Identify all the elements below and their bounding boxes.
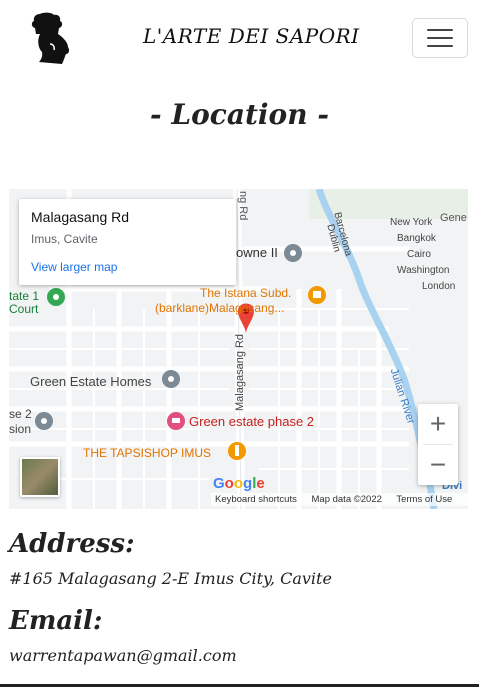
poi-green-pin-icon[interactable] (47, 288, 65, 306)
brand-name[interactable]: L'ARTE DEI SAPORI (143, 24, 360, 48)
poi-gray-pin-icon[interactable] (162, 370, 180, 388)
map-place-name: Malagasang Rd (31, 209, 130, 225)
map-label-road-top: ng Rd (237, 191, 249, 221)
map-label-istana-1: The Istana Subd. (200, 286, 292, 300)
satellite-view-toggle[interactable] (20, 457, 60, 497)
email-address[interactable]: warrentapawan@gmail.com (9, 646, 237, 665)
menu-toggle-button[interactable] (412, 18, 468, 58)
map-attribution: Keyboard shortcuts Map data ©2022 Terms … (211, 493, 468, 506)
poi-orange-icon[interactable] (308, 286, 326, 304)
poi-gray-pin-icon[interactable] (284, 244, 302, 262)
address-text: #165 Malagasang 2-E Imus City, Cavite (9, 569, 332, 588)
map-zoom-control: + − (418, 404, 458, 485)
map-label-green-estate-phase2: Green estate phase 2 (189, 414, 315, 429)
poi-gray-pin-icon[interactable] (35, 412, 53, 430)
address-heading: Address: (9, 529, 135, 559)
map-label-gene: Gene (440, 212, 467, 224)
hamburger-line (427, 37, 453, 39)
hamburger-menu-icon (427, 29, 453, 31)
map-label-london: London (422, 281, 456, 292)
terms-of-use-link[interactable]: Terms of Use (396, 494, 452, 505)
map-info-window: Malagasang Rd Imus, Cavite View larger m… (19, 199, 236, 285)
google-logo: Google (213, 475, 265, 492)
map-label-court: Court (9, 302, 39, 316)
map-label-phase2-left-1: se 2 (9, 407, 32, 421)
map-label-washington: Washington (397, 265, 450, 276)
map-label-malagasang-road: Malagasang Rd (234, 333, 246, 411)
map-label-towne: owne II (236, 245, 278, 260)
embedded-map[interactable]: ng Rd owne II The Istana Subd. (barklane… (9, 189, 468, 509)
map-label-istana-2: (barklane)Malagasang... (155, 301, 285, 315)
map-label-green-estate-homes: Green Estate Homes (30, 374, 152, 389)
map-data-text: Map data ©2022 (311, 494, 382, 505)
map-label-phase2-left-2: sion (9, 422, 32, 436)
map-label-estate-1: tate 1 (9, 289, 40, 303)
poi-pink-pin-icon[interactable] (167, 412, 185, 430)
navbar: L'ARTE DEI SAPORI (0, 0, 479, 78)
map-label-cairo: Cairo (407, 249, 431, 260)
zoom-in-button[interactable]: + (418, 404, 458, 444)
map-place-area: Imus, Cavite (31, 232, 98, 246)
hamburger-line (427, 45, 453, 47)
view-larger-map-link[interactable]: View larger map (31, 260, 224, 274)
keyboard-shortcuts-link[interactable]: Keyboard shortcuts (215, 494, 297, 505)
email-heading: Email: (9, 606, 103, 636)
map-label-new-york: New York (390, 217, 433, 228)
poi-restaurant-icon[interactable] (228, 442, 246, 460)
map-label-tapsishop: THE TAPSISHOP IMUS (83, 446, 212, 460)
location-heading: - Location - (150, 98, 329, 131)
zoom-out-button[interactable]: − (418, 445, 458, 485)
map-label-bangkok: Bangkok (397, 233, 436, 244)
chef-head-logo-icon[interactable] (28, 10, 76, 66)
